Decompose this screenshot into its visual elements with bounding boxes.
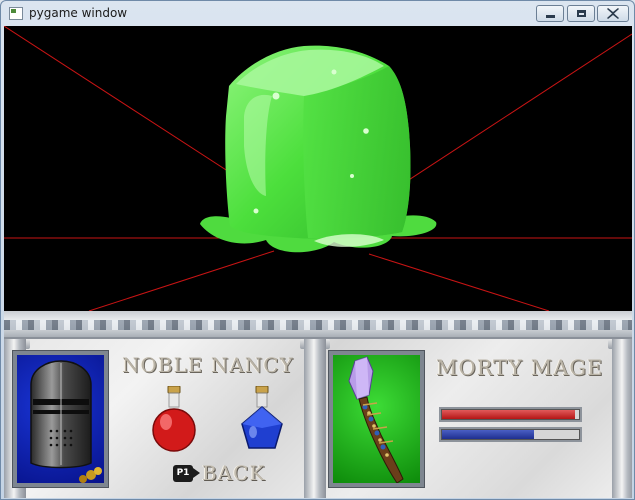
pygame-app-icon [9,7,23,20]
close-icon [607,8,619,19]
red-health-potion[interactable] [149,385,199,456]
blue-mana-potion[interactable] [237,385,287,456]
mana-bar [439,427,582,442]
party-status-panel: NOBLE NANCY P1 BACK MORTY MAGE [4,311,632,498]
green-slime-cube-icon[interactable] [4,26,632,311]
back-label: BACK [202,461,266,485]
frieze-ornament [4,320,632,330]
blue-potion-icon [241,385,283,449]
minimize-button[interactable] [536,5,564,22]
battle-scene [4,26,632,311]
stone-frieze [4,311,632,339]
hero-name-morty-mage: MORTY MAGE [436,356,604,380]
hero-portrait-morty-mage[interactable] [328,350,425,488]
back-button[interactable]: P1 BACK [173,461,265,485]
health-bar [439,407,582,422]
title-bar[interactable]: pygame window [1,1,634,26]
hero-portrait-noble-nancy[interactable] [12,350,109,488]
crystal-staff-icon [348,356,404,484]
knight-helmet-icon [30,360,102,483]
red-potion-icon [152,385,196,452]
app-window: pygame window NOBLE NANCY P1 BACK MORTY … [0,0,635,500]
maximize-icon [576,10,586,17]
health-bar-fill [442,410,575,419]
p1-button-icon: P1 [173,464,200,482]
window-title: pygame window [29,6,128,20]
marble-column-center [304,339,326,498]
hero-name-noble-nancy: NOBLE NANCY [122,353,294,377]
close-button[interactable] [597,5,629,22]
game-canvas[interactable]: NOBLE NANCY P1 BACK MORTY MAGE [4,26,632,498]
minimize-icon [545,14,555,18]
marble-column-right [612,339,632,498]
mana-bar-fill [442,430,534,439]
maximize-button[interactable] [567,5,595,22]
